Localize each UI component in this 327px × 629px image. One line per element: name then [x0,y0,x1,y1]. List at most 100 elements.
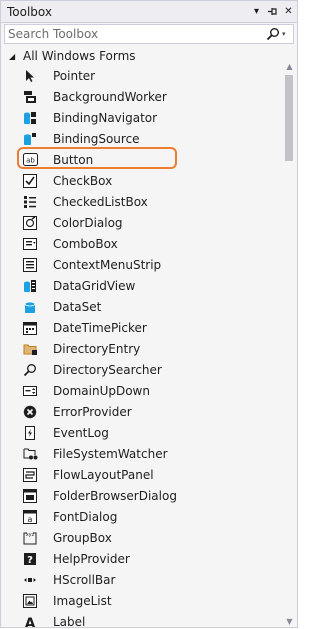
toolbox-item-domainupdown[interactable]: DomainUpDown [1,380,281,401]
toolbox-item-dataset[interactable]: DataSet [1,296,281,317]
toolbox-item-contextmenustrip[interactable]: ContextMenuStrip [1,254,281,275]
toolbox-item-errorprovider[interactable]: ErrorProvider [1,401,281,422]
hscrollbar-icon [22,572,38,588]
toolbox-item-label: BindingNavigator [53,110,158,125]
combobox-icon [22,236,38,252]
toolbox-item-label: ErrorProvider [53,404,132,419]
window-options-dropdown-icon[interactable]: ▾ [249,3,264,21]
label-icon: A [22,614,38,629]
helpprovider-icon: ? [22,551,38,567]
toolbox-item-label: Pointer [53,68,96,83]
group-all-windows-forms[interactable]: ◢ All Windows Forms [1,47,297,65]
checkbox-icon [22,173,38,189]
filesystemwatcher-icon [22,446,38,462]
svg-text:?: ? [27,555,33,566]
toolbox-item-backgroundworker[interactable]: BackgroundWorker [1,86,281,107]
toolbox-item-label: ColorDialog [53,215,123,230]
toolbox-item-label: Label [53,614,86,628]
checkedlistbox-icon [22,194,38,210]
pointer-icon [22,68,38,84]
domainupdown-icon [22,383,38,399]
toolbox-item-label: BindingSource [53,131,140,146]
dataset-icon [22,299,38,315]
toolbox-item-pointer[interactable]: Pointer [1,65,281,86]
scrollbar-thumb[interactable] [285,75,293,161]
close-icon[interactable]: ✕ [281,3,296,21]
group-label: All Windows Forms [23,49,136,63]
search-input[interactable] [5,25,266,43]
toolbox-item-label: FolderBrowserDialog [53,488,177,503]
svg-text:A: A [25,616,36,629]
svg-text:ab: ab [26,157,35,165]
toolbox-item-label: DateTimePicker [53,320,147,335]
eventlog-icon [22,425,38,441]
toolbox-item-folderbrowserdialog[interactable]: FolderBrowserDialog [1,485,281,506]
colordialog-icon [22,215,38,231]
toolbox-item-directoryentry[interactable]: DirectoryEntry [1,338,281,359]
toolbox-item-datetimepicker[interactable]: DateTimePicker [1,317,281,338]
scroll-up-arrow-icon[interactable]: ▲ [281,59,297,73]
datetimepicker-icon [22,320,38,336]
scroll-down-arrow-icon[interactable]: ▼ [281,614,297,627]
bindingsource-icon [22,131,38,147]
toolbox-item-label: HelpProvider [53,551,130,566]
toolbox-item-checkedlistbox[interactable]: CheckedListBox [1,191,281,212]
contextmenustrip-icon [22,257,38,273]
toolbox-item-label: CheckedListBox [53,194,148,209]
flowlayoutpanel-icon [22,467,38,483]
backgroundworker-icon [22,89,38,105]
fontdialog-icon: a [22,509,38,525]
expand-triangle-icon[interactable]: ◢ [9,52,19,61]
toolbox-item-label: FileSystemWatcher [53,446,168,461]
toolbox-item-label: EventLog [53,425,109,440]
toolbox-item-hscrollbar[interactable]: HScrollBar [1,569,281,590]
folderbrowserdialog-icon [22,488,38,504]
toolbox-search[interactable]: ▾ [4,24,294,44]
toolbox-item-label: GroupBox [53,530,112,545]
directoryentry-icon [22,341,38,357]
toolbox-item-directorysearcher[interactable]: DirectorySearcher [1,359,281,380]
toolbox-window: Toolbox ▾ ✕ ▾ ◢ All Windows Forms Pointe… [0,0,298,628]
toolbox-item-imagelist[interactable]: ImageList [1,590,281,611]
toolbox-item-eventlog[interactable]: EventLog [1,422,281,443]
toolbox-item-label: DataGridView [53,278,136,293]
toolbox-item-label: BackgroundWorker [53,89,167,104]
toolbox-title: Toolbox [7,4,52,19]
toolbox-item-colordialog[interactable]: ColorDialog [1,212,281,233]
toolbox-item-bindingnavigator[interactable]: BindingNavigator [1,107,281,128]
toolbox-item-button[interactable]: ab Button [1,149,281,170]
toolbox-item-label: HScrollBar [53,572,116,587]
toolbox-item-list: Pointer BackgroundWorker BindingNavigato… [1,65,281,628]
svg-text:xyz: xyz [26,532,35,538]
toolbox-item-checkbox[interactable]: CheckBox [1,170,281,191]
toolbox-item-label: ComboBox [53,236,118,251]
toolbox-item-label: DomainUpDown [53,383,150,398]
groupbox-icon: xyz [22,530,38,546]
imagelist-icon [22,593,38,609]
toolbox-item-label: CheckBox [53,173,113,188]
toolbox-item-label: FlowLayoutPanel [53,467,154,482]
toolbox-item-helpprovider[interactable]: ? HelpProvider [1,548,281,569]
toolbox-item-combobox[interactable]: ComboBox [1,233,281,254]
vertical-scrollbar[interactable]: ▲ ▼ [281,59,297,627]
toolbox-item-label-control[interactable]: A Label [1,611,281,628]
toolbox-item-filesystemwatcher[interactable]: FileSystemWatcher [1,443,281,464]
toolbox-item-fontdialog[interactable]: a FontDialog [1,506,281,527]
svg-text:a: a [28,515,33,524]
datagridview-icon [22,278,38,294]
search-icon[interactable] [266,27,280,41]
directorysearcher-icon [22,362,38,378]
pin-icon[interactable] [265,3,280,21]
toolbox-item-label: DataSet [53,299,102,314]
toolbox-item-flowlayoutpanel[interactable]: FlowLayoutPanel [1,464,281,485]
button-icon: ab [22,152,38,168]
toolbox-item-bindingsource[interactable]: BindingSource [1,128,281,149]
bindingnavigator-icon [22,110,38,126]
toolbox-item-label: Button [53,152,94,167]
toolbox-item-groupbox[interactable]: xyz GroupBox [1,527,281,548]
toolbox-item-label: DirectoryEntry [53,341,141,356]
search-options-dropdown-icon[interactable]: ▾ [282,30,290,38]
toolbox-titlebar: Toolbox ▾ ✕ [1,1,297,23]
toolbox-item-label: ContextMenuStrip [53,257,162,272]
toolbox-item-datagridview[interactable]: DataGridView [1,275,281,296]
